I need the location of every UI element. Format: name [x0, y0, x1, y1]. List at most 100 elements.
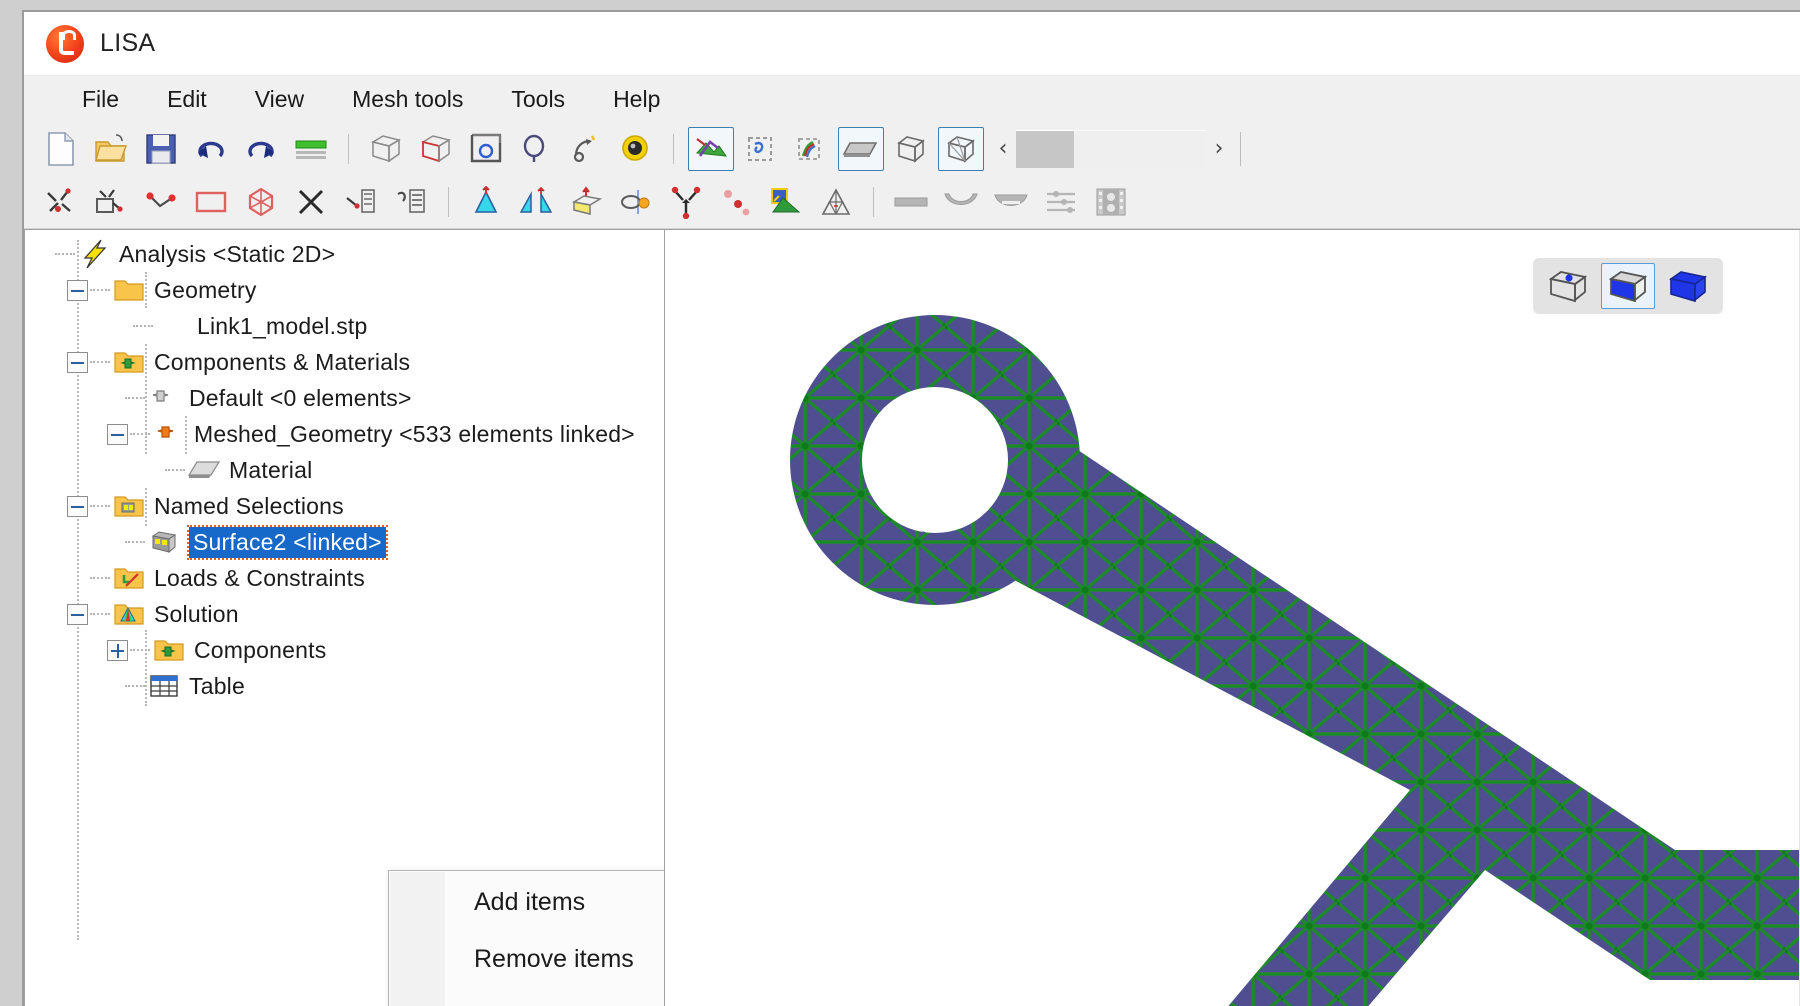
redo-icon[interactable] — [238, 127, 284, 171]
node-list-icon[interactable] — [338, 180, 384, 224]
tree-item-surface2[interactable]: Surface2 <linked> — [25, 524, 664, 560]
toolbar-overflow-track[interactable] — [1016, 129, 1206, 168]
connect-nodes-icon[interactable] — [138, 180, 184, 224]
toolbar-separator — [673, 133, 674, 164]
model-tree-panel[interactable]: Analysis <Static 2D> Geometry Link1_mode… — [24, 229, 664, 1006]
render-wire-icon[interactable] — [738, 127, 784, 171]
select-nodes-box-icon[interactable] — [88, 180, 134, 224]
toolbar-overflow-next[interactable]: › — [1206, 136, 1232, 161]
toolbar-overflow-thumb[interactable] — [1016, 130, 1074, 168]
tree-item-geometry-file[interactable]: Link1_model.stp — [25, 308, 664, 344]
puzzle-orange-icon — [152, 420, 186, 448]
tree-connector — [130, 433, 150, 435]
polygon-select-icon[interactable] — [238, 180, 284, 224]
zoom-fit-icon[interactable] — [613, 127, 659, 171]
tree-item-label: Named Selections — [154, 492, 344, 519]
folder-cube-icon — [112, 492, 146, 520]
render-solid-icon[interactable] — [688, 126, 734, 171]
tree-item-meshed-geometry[interactable]: Meshed_Geometry <533 elements linked> — [25, 416, 664, 452]
tree-expander-minus[interactable] — [107, 423, 128, 445]
tree-connector — [165, 469, 185, 471]
menu-mesh-tools[interactable]: Mesh tools — [334, 82, 481, 117]
tree-connector — [90, 577, 110, 579]
tree-item-geometry[interactable]: Geometry — [25, 272, 664, 308]
tree-item-analysis[interactable]: Analysis <Static 2D> — [25, 236, 664, 272]
node-select-icon[interactable] — [463, 127, 509, 171]
clear-selection-icon[interactable] — [288, 180, 334, 224]
mesh-box-red-icon[interactable] — [413, 127, 459, 171]
film-strip-icon — [1088, 180, 1134, 224]
folder-loads-icon — [112, 564, 146, 592]
tree-item-material[interactable]: Material — [25, 452, 664, 488]
folder-puzzle-icon — [152, 636, 186, 664]
tree-connector — [133, 325, 153, 327]
save-disk-icon[interactable] — [138, 127, 184, 171]
extrude-triangle-icon[interactable] — [463, 180, 509, 224]
mirror-triangle-icon[interactable] — [513, 180, 559, 224]
new-file-icon[interactable] — [38, 127, 84, 171]
tree-connector — [125, 685, 145, 687]
puzzle-gray-icon — [147, 384, 181, 412]
refine-mesh-icon[interactable] — [813, 180, 859, 224]
context-menu-label: New loads & constraints — [474, 1002, 664, 1006]
context-menu[interactable]: Add items Remove items New loads & const… — [388, 870, 664, 1006]
rotate-icon[interactable] — [563, 127, 609, 171]
scatter-nodes-icon[interactable] — [713, 180, 759, 224]
tree-item-named-selections[interactable]: Named Selections — [25, 488, 664, 524]
context-menu-item-add-items[interactable]: Add items — [389, 874, 664, 931]
context-menu-item-new-loads-constraints[interactable]: New loads & constraints — [389, 988, 664, 1006]
mesh-box-icon[interactable] — [363, 127, 409, 171]
context-menu-item-remove-items[interactable]: Remove items — [389, 931, 664, 988]
merge-nodes-icon[interactable] — [663, 180, 709, 224]
menu-help[interactable]: Help — [595, 82, 678, 117]
view-mode-toolbar[interactable] — [1533, 258, 1723, 314]
undo-icon[interactable] — [188, 127, 234, 171]
plate-flat-icon — [888, 180, 934, 224]
tree-expander-plus[interactable] — [107, 639, 128, 661]
tree-expander-minus[interactable] — [67, 351, 88, 373]
render-color-icon[interactable] — [788, 127, 834, 171]
tree-expander-minus[interactable] — [67, 603, 88, 625]
toolbar-overflow-strip[interactable]: ‹ › — [990, 127, 1241, 171]
menu-file[interactable]: File — [64, 82, 137, 117]
tree-item-solution[interactable]: Solution — [25, 596, 664, 632]
tree-item-components-materials[interactable]: Components & Materials — [25, 344, 664, 380]
tree-expander-minus[interactable] — [67, 279, 88, 301]
view-shaded-icon[interactable] — [1601, 263, 1655, 309]
menu-edit[interactable]: Edit — [149, 82, 225, 117]
tree-item-label: Geometry — [154, 276, 257, 303]
shade-flat-icon[interactable] — [838, 126, 884, 171]
transform-icon[interactable] — [763, 180, 809, 224]
tree-expander-minus[interactable] — [67, 495, 88, 517]
tree-item-default-component[interactable]: Default <0 elements> — [25, 380, 664, 416]
zoom-icon[interactable] — [513, 127, 559, 171]
view-solid-icon[interactable] — [1661, 263, 1715, 309]
open-folder-icon[interactable] — [88, 127, 134, 171]
tree-item-loads-constraints[interactable]: Loads & Constraints — [25, 560, 664, 596]
cube-mesh-icon[interactable] — [938, 126, 984, 171]
file-icon — [155, 312, 189, 340]
application-window: LISA File Edit View Mesh tools Tools Hel… — [22, 10, 1800, 1006]
tree-item-label: Loads & Constraints — [154, 564, 365, 591]
element-list-icon[interactable] — [388, 180, 434, 224]
rectangle-select-icon[interactable] — [188, 180, 234, 224]
lightning-icon — [77, 239, 111, 269]
tree-item-table[interactable]: Table — [25, 668, 664, 704]
tree-connector — [90, 289, 110, 291]
model-viewport[interactable] — [664, 229, 1800, 1006]
main-split-area: Analysis <Static 2D> Geometry Link1_mode… — [24, 229, 1800, 1006]
tree-item-label: Components — [194, 636, 327, 663]
tree-item-solution-components[interactable]: Components — [25, 632, 664, 668]
extrude-up-icon[interactable] — [563, 180, 609, 224]
lisa-logo-icon — [46, 24, 84, 63]
toolbar-overflow-prev[interactable]: ‹ — [990, 136, 1016, 161]
equals-lines-icon[interactable] — [288, 127, 334, 171]
cube-outline-icon[interactable] — [888, 127, 934, 171]
revolve-icon[interactable] — [613, 180, 659, 224]
menu-view[interactable]: View — [237, 82, 322, 117]
view-wireframe-icon[interactable] — [1541, 263, 1595, 309]
title-bar: LISA — [24, 12, 1800, 75]
select-nodes-icon[interactable] — [38, 180, 84, 224]
menu-tools[interactable]: Tools — [493, 82, 583, 117]
folder-icon — [112, 276, 146, 304]
